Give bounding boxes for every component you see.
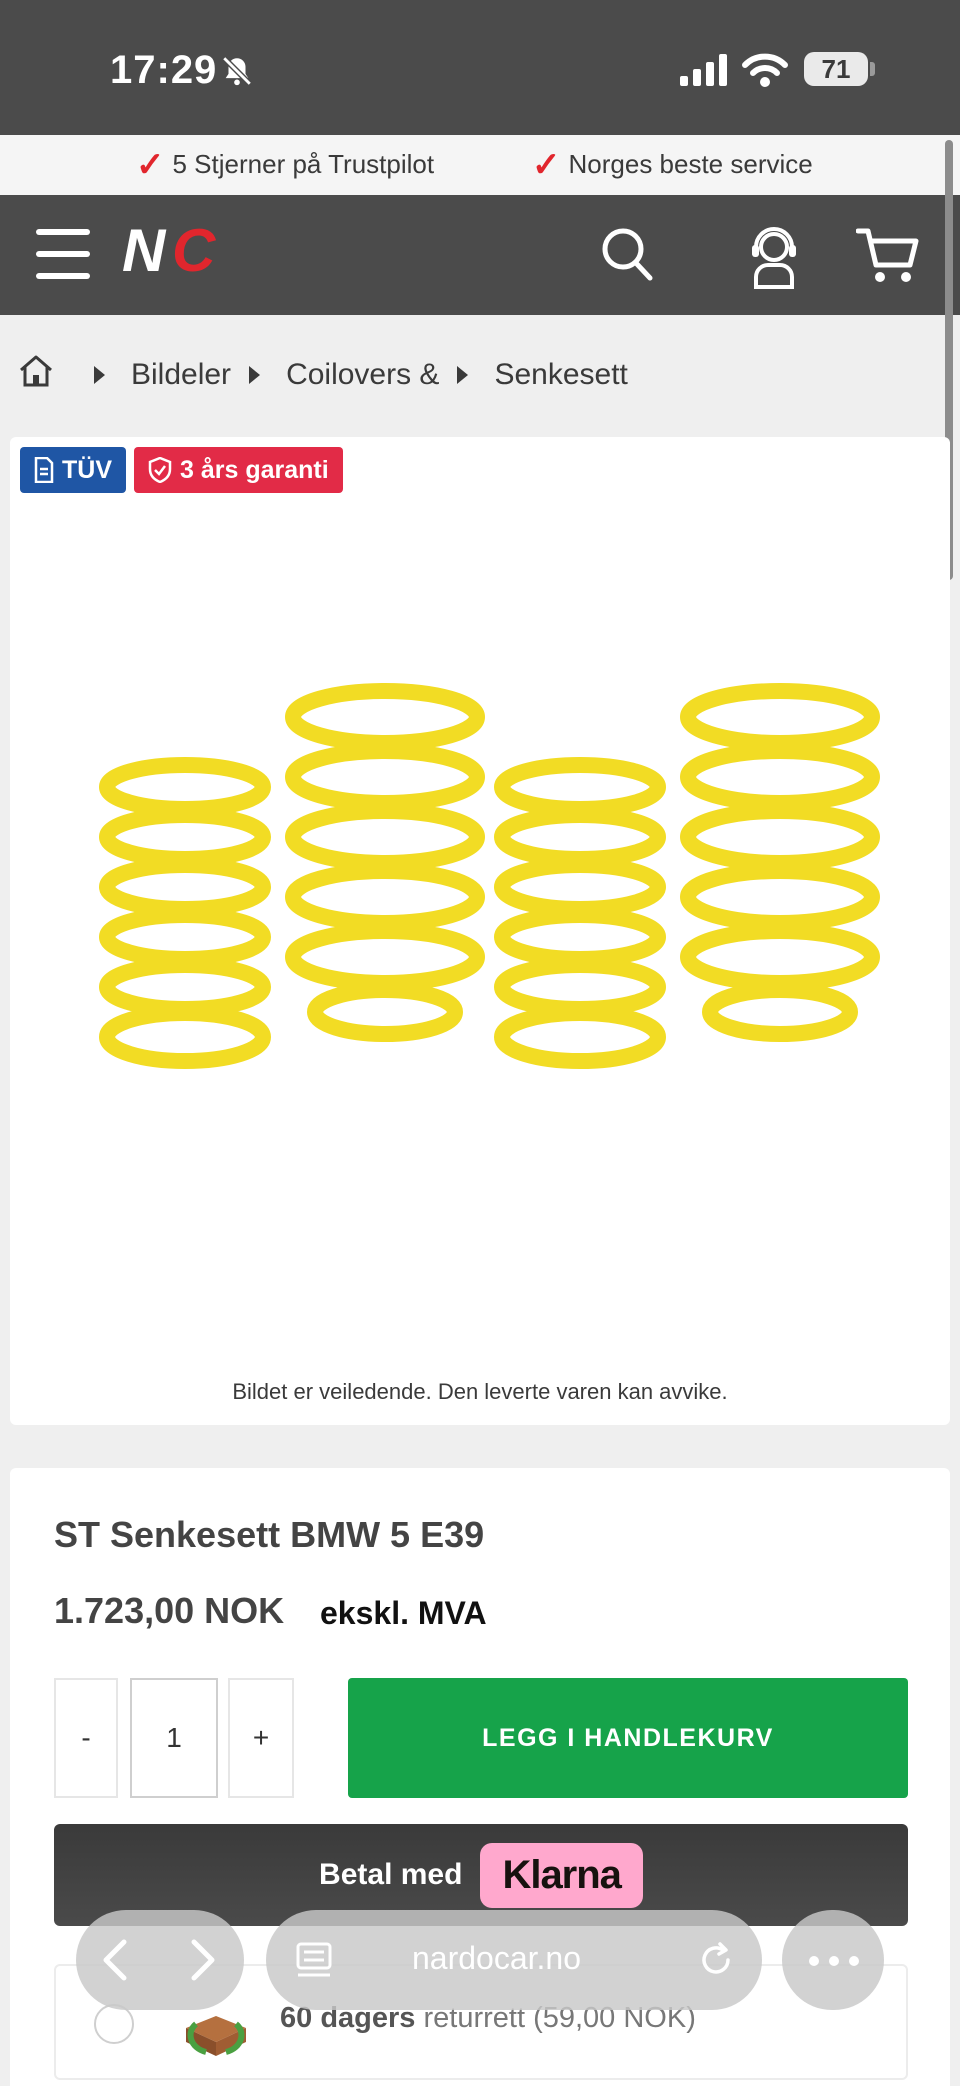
product-price: 1.723,00 NOK (54, 1590, 285, 1631)
vat-label: ekskl. MVA (320, 1595, 487, 1631)
add-to-cart-button[interactable]: LEGG I HANDLEKURV (348, 1678, 908, 1798)
tuv-badge: TÜV (20, 447, 126, 493)
status-bar: 17:29 71 (0, 0, 960, 135)
tuv-badge-label: TÜV (62, 455, 112, 484)
spring-3 (494, 757, 666, 1069)
reader-icon[interactable] (296, 1942, 332, 1983)
breadcrumb-item-senkesett[interactable]: Senkesett (494, 358, 627, 392)
check-icon: ✓ (532, 145, 561, 184)
guarantee-badge-label: 3 års garanti (180, 455, 329, 484)
bell-muted-icon (220, 54, 254, 93)
site-logo[interactable]: N C (122, 217, 282, 284)
cart-icon[interactable] (855, 225, 920, 290)
check-icon: ✓ (136, 145, 165, 184)
trust-item-label: Norges beste service (568, 149, 813, 179)
more-icon (808, 1954, 860, 1972)
shield-icon (148, 457, 172, 483)
battery-icon: 71 (804, 52, 868, 86)
product-badges: TÜV 3 års garanti (20, 447, 343, 493)
menu-icon[interactable] (36, 229, 90, 279)
image-disclaimer: Bildet er veiledende. Den leverte varen … (232, 1379, 728, 1404)
signal-icon (680, 54, 730, 91)
spring-2 (285, 683, 485, 1042)
breadcrumb-item-coilovers[interactable]: Coilovers & (286, 358, 439, 392)
battery-cap (870, 62, 875, 76)
more-options-button[interactable] (782, 1910, 884, 2010)
search-icon[interactable] (600, 225, 654, 288)
quantity-input[interactable]: 1 (130, 1678, 218, 1798)
quantity-increase-button[interactable]: + (228, 1678, 294, 1798)
chevron-right-icon (94, 366, 105, 384)
quantity-decrease-button[interactable]: - (54, 1678, 118, 1798)
product-image[interactable] (70, 657, 890, 1282)
url-text: nardocar.no (412, 1940, 582, 1976)
document-icon (34, 457, 54, 483)
chevron-right-icon (249, 366, 261, 384)
wifi-icon (742, 52, 788, 93)
logo-letter-n: N (122, 223, 167, 279)
browser-nav-pill (76, 1910, 244, 2010)
product-image-card: TÜV 3 års garanti Bildet er veiledende. … (10, 437, 950, 1425)
trust-item-trustpilot: ✓ 5 Stjerner på Trustpilot (136, 145, 435, 184)
trust-item-service: ✓ Norges beste service (532, 145, 813, 184)
status-time: 17:29 (110, 48, 218, 92)
chevron-right-icon (457, 366, 469, 384)
forward-icon[interactable] (184, 1938, 220, 1987)
klarna-logo: Klarna (480, 1842, 643, 1908)
guarantee-badge: 3 års garanti (134, 447, 343, 493)
product-title: ST Senkesett BMW 5 E39 (54, 1514, 485, 1555)
back-icon[interactable] (98, 1938, 134, 1987)
breadcrumb: Bildeler Coilovers & Senkesett (0, 315, 960, 435)
browser-toolbar: nardocar.no (0, 1900, 960, 2020)
trust-item-label: 5 Stjerner på Trustpilot (172, 149, 435, 179)
support-icon[interactable] (748, 225, 800, 294)
trust-bar: ✓ 5 Stjerner på Trustpilot ✓ Norges best… (0, 135, 960, 195)
logo-letter-c: C (172, 223, 217, 279)
reload-icon[interactable] (696, 1940, 736, 1985)
home-icon[interactable] (18, 354, 54, 396)
breadcrumb-item-bildeler[interactable]: Bildeler (131, 358, 231, 392)
site-header: N C (0, 195, 960, 315)
spring-1 (99, 757, 271, 1069)
klarna-pay-label: Betal med (319, 1858, 463, 1891)
address-bar[interactable]: nardocar.no (266, 1910, 762, 2010)
spring-4 (680, 683, 880, 1042)
